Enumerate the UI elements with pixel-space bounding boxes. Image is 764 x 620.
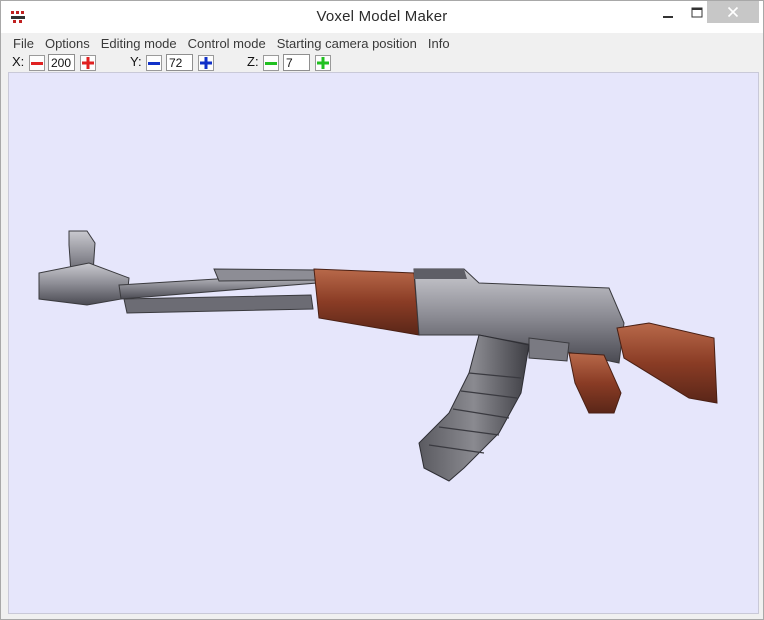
y-label: Y:	[130, 54, 142, 69]
3d-viewport[interactable]	[8, 72, 759, 614]
minus-icon	[148, 62, 160, 65]
y-decrement-button[interactable]	[146, 55, 162, 71]
z-decrement-button[interactable]	[263, 55, 279, 71]
app-window: Voxel Model Maker File Options Editing m…	[0, 0, 764, 620]
menu-options[interactable]: Options	[45, 36, 90, 51]
menu-info[interactable]: Info	[428, 36, 450, 51]
z-value-input[interactable]: 7	[283, 54, 310, 71]
x-label: X:	[12, 54, 25, 69]
coordinate-toolbar: X: 200 Y: 72 Z: 7	[2, 53, 762, 72]
menu-control-mode[interactable]: Control mode	[188, 36, 266, 51]
minus-icon	[31, 62, 43, 65]
x-decrement-button[interactable]	[29, 55, 45, 71]
menu-starting-camera-position[interactable]: Starting camera position	[277, 36, 417, 51]
x-increment-button[interactable]	[80, 55, 96, 71]
menu-file[interactable]: File	[13, 36, 34, 51]
maximize-icon	[691, 7, 703, 18]
menu-editing-mode[interactable]: Editing mode	[101, 36, 177, 51]
z-label: Z:	[247, 54, 259, 69]
minimize-icon	[663, 16, 673, 18]
y-increment-button[interactable]	[198, 55, 214, 71]
title-bar[interactable]: Voxel Model Maker	[1, 1, 763, 33]
x-value-input[interactable]: 200	[48, 54, 75, 71]
close-icon	[727, 6, 739, 18]
voxel-rifle-model	[38, 230, 718, 482]
plus-icon	[82, 57, 94, 69]
z-increment-button[interactable]	[315, 55, 331, 71]
y-value-input[interactable]: 72	[166, 54, 193, 71]
minus-icon	[265, 62, 277, 65]
close-button[interactable]	[707, 1, 759, 23]
menu-bar: File Options Editing mode Control mode S…	[2, 33, 762, 53]
plus-icon	[200, 57, 212, 69]
plus-icon	[317, 57, 329, 69]
window-title: Voxel Model Maker	[316, 8, 448, 25]
